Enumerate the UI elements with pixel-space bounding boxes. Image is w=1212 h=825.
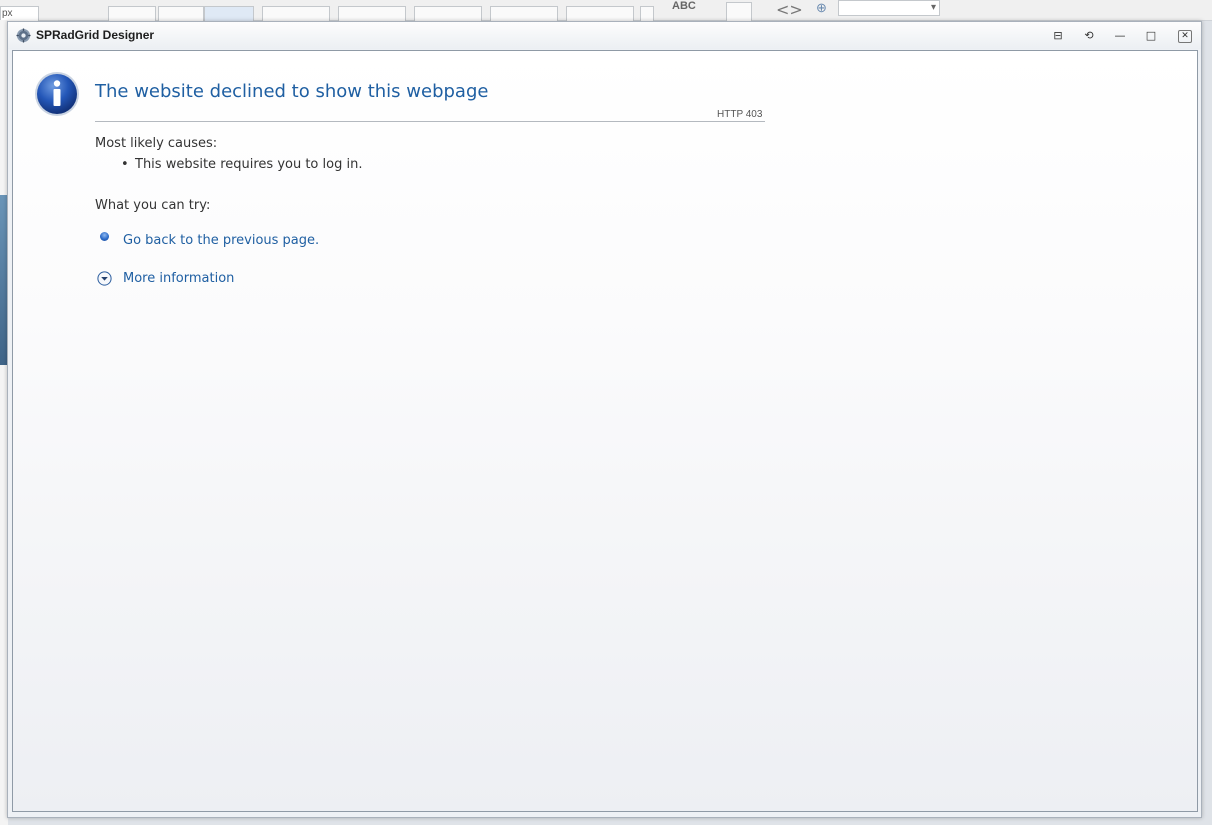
info-icon [35, 72, 79, 116]
language-select[interactable]: ▾ [838, 0, 940, 16]
title-bar[interactable]: SPRadGrid Designer ⊟ ⟲ — □ ✕ [8, 22, 1201, 49]
go-back-link[interactable]: Go back to the previous page. [123, 233, 319, 248]
bullet-icon: • [121, 157, 129, 172]
gear-icon [16, 28, 31, 43]
refresh-icon[interactable]: ⟲ [1081, 28, 1097, 43]
background-toolbar: px ABC <> ⊕ ▾ [0, 0, 1212, 22]
more-information-link[interactable]: More information [123, 271, 234, 286]
causes-label: Most likely causes: [95, 136, 218, 151]
language-icon[interactable]: ⊕ [816, 0, 827, 16]
pin-icon[interactable]: ⊟ [1050, 28, 1066, 43]
title-divider [95, 121, 765, 122]
http-status-code: HTTP 403 [717, 109, 763, 120]
window-title: SPRadGrid Designer [36, 28, 155, 42]
style-gallery-item-2[interactable] [338, 6, 406, 22]
blue-dot-icon [100, 232, 109, 241]
code-view-icon[interactable]: <> [776, 0, 803, 19]
cause-item: This website requires you to log in. [135, 157, 363, 172]
close-button[interactable]: ✕ [1178, 30, 1192, 43]
chevron-down-circle-icon[interactable] [97, 271, 112, 286]
paragraph-direction-buttons[interactable] [204, 6, 254, 22]
minimize-button[interactable]: — [1112, 28, 1128, 43]
spelling-button[interactable]: ABC [672, 0, 696, 12]
dialog-window: SPRadGrid Designer ⊟ ⟲ — □ ✕ The website… [7, 21, 1202, 818]
maximize-button[interactable]: □ [1143, 28, 1159, 43]
error-page: The website declined to show this webpag… [12, 50, 1198, 812]
indent-buttons[interactable] [158, 6, 204, 22]
style-gallery-item-4[interactable] [490, 6, 558, 22]
style-gallery-item-3[interactable] [414, 6, 482, 22]
table-icon[interactable] [726, 2, 752, 22]
style-gallery-item-1[interactable] [262, 6, 330, 22]
page-title: The website declined to show this webpag… [95, 81, 489, 102]
try-label: What you can try: [95, 198, 211, 213]
style-gallery-item-5[interactable] [566, 6, 634, 22]
list-format-buttons[interactable] [108, 6, 156, 22]
gallery-scroll-button[interactable] [640, 6, 654, 22]
